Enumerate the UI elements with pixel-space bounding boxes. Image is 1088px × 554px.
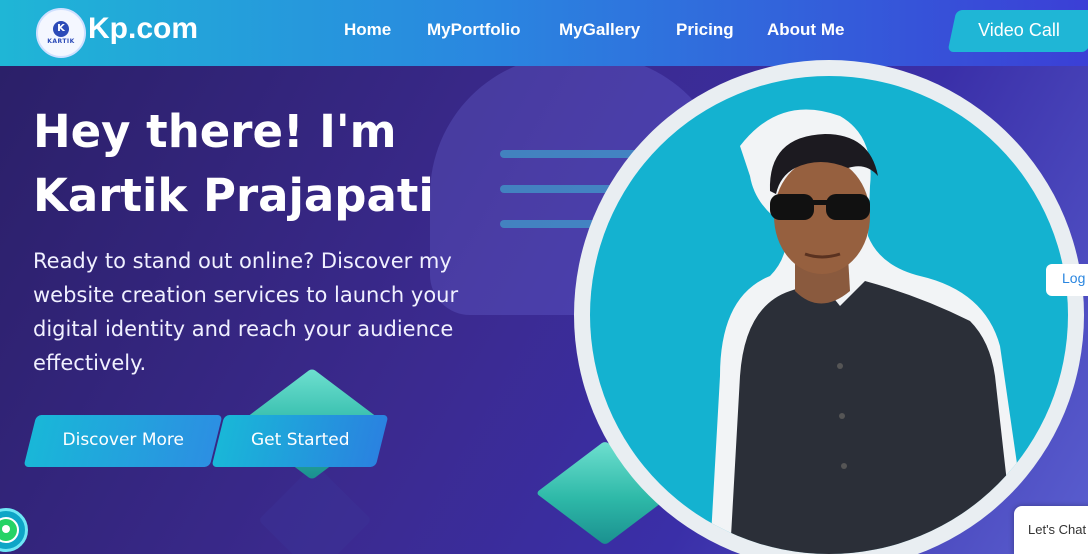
hero-title: Hey there! I'm Kartik Prajapati	[33, 100, 553, 228]
site-header: K KARTIK Kp.com Home MyPortfolio MyGalle…	[0, 0, 1088, 66]
nav-about-me[interactable]: About Me	[767, 20, 844, 40]
get-started-label: Get Started	[250, 430, 350, 450]
video-call-button[interactable]: Video Call	[947, 10, 1088, 52]
get-started-button[interactable]: Get Started	[211, 415, 389, 467]
main-nav: Home MyPortfolio MyGallery Pricing About…	[0, 20, 900, 44]
discover-more-label: Discover More	[62, 430, 184, 450]
hero-title-line1: Hey there! I'm	[33, 105, 397, 158]
video-call-label: Video Call	[978, 20, 1060, 40]
nav-pricing[interactable]: Pricing	[676, 20, 734, 40]
login-tab[interactable]: Log	[1046, 264, 1088, 296]
lets-chat-widget[interactable]: Let's Chat	[1014, 506, 1088, 554]
nav-mygallery[interactable]: MyGallery	[559, 20, 640, 40]
person-silhouette	[710, 109, 1030, 554]
whatsapp-button[interactable]	[0, 508, 28, 552]
profile-photo	[590, 76, 1068, 554]
nav-myportfolio[interactable]: MyPortfolio	[427, 20, 521, 40]
discover-more-button[interactable]: Discover More	[23, 415, 223, 467]
hero-title-line2: Kartik Prajapati	[33, 169, 434, 222]
whatsapp-icon	[0, 517, 19, 543]
nav-home[interactable]: Home	[344, 20, 391, 40]
hero-description: Ready to stand out online? Discover my w…	[33, 249, 459, 375]
profile-photo-frame	[574, 60, 1084, 554]
